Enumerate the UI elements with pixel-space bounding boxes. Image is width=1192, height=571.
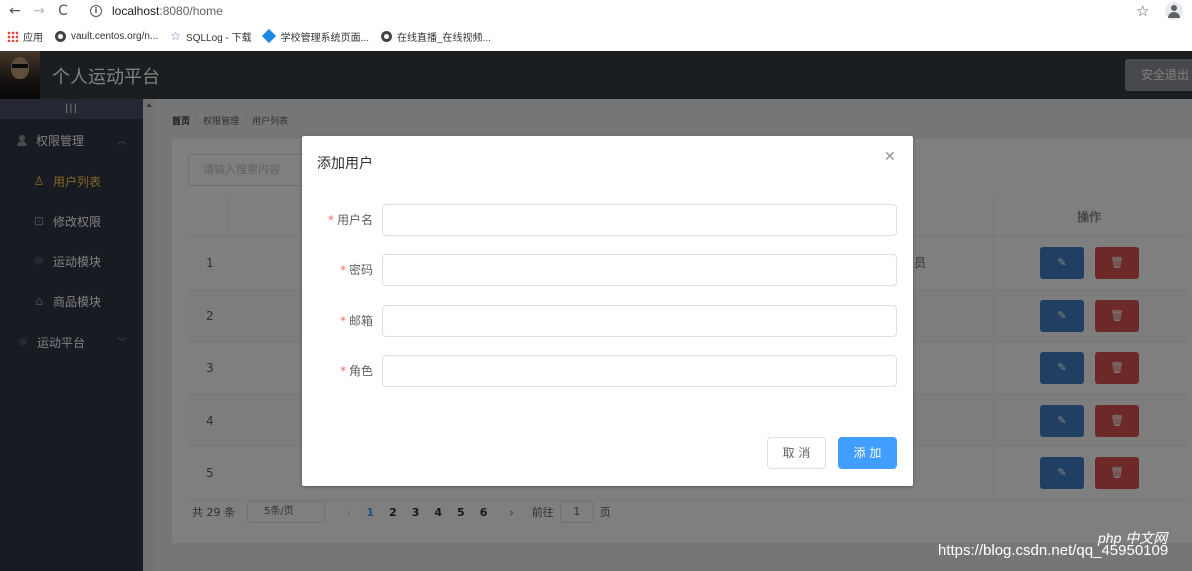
bookmarks-bar: 应用 vault.centos.org/n... ☆ SQLLog - 下载 学校… — [0, 24, 1192, 48]
add-button[interactable]: 添 加 — [838, 437, 897, 469]
sqllog-icon: ☆ — [170, 28, 182, 43]
dialog-title: 添加用户 — [317, 156, 373, 172]
required-mark: * — [339, 314, 346, 328]
add-user-dialog: 添加用户 ✕ * 用户名 * 密码 * 邮箱 * 角色 取 消 添 加 — [302, 136, 913, 486]
form-row-email: * 邮箱 — [302, 305, 913, 337]
password-label: * 密码 — [339, 263, 373, 277]
watermark-text: https://blog.csdn.net/qq_45950109 — [938, 542, 1169, 559]
site-info-icon[interactable]: i — [90, 5, 102, 17]
username-label: * 用户名 — [327, 213, 373, 227]
diamond-icon — [261, 28, 276, 44]
back-icon[interactable]: ← — [6, 2, 24, 20]
cancel-button[interactable]: 取 消 — [767, 437, 826, 469]
forward-icon[interactable]: → — [30, 2, 48, 20]
form-row-username: * 用户名 — [302, 204, 913, 236]
browser-address-bar: ← → C i localhost:8080/home ☆ — [0, 0, 1192, 22]
required-mark: * — [339, 263, 346, 277]
username-field[interactable] — [382, 204, 897, 236]
email-label: * 邮箱 — [339, 314, 373, 328]
required-mark: * — [339, 364, 346, 378]
email-field[interactable] — [382, 305, 897, 337]
globe-icon — [55, 30, 66, 42]
bookmark-star-icon[interactable]: ☆ — [1136, 2, 1149, 20]
close-icon[interactable]: ✕ — [884, 149, 896, 165]
bookmark-vault[interactable]: vault.centos.org/n... — [55, 30, 158, 42]
url-field[interactable]: i localhost:8080/home — [82, 1, 1157, 21]
role-label: * 角色 — [339, 364, 373, 378]
bookmark-sqllog[interactable]: ☆ SQLLog - 下载 — [170, 29, 251, 44]
required-mark: * — [327, 213, 334, 227]
form-row-role: * 角色 — [302, 355, 913, 387]
bookmark-school[interactable]: 学校管理系统页面... — [261, 28, 369, 44]
url-text: localhost:8080/home — [112, 4, 223, 18]
role-field[interactable] — [382, 355, 897, 387]
bookmark-apps[interactable]: 应用 — [7, 29, 43, 44]
form-row-password: * 密码 — [302, 254, 913, 286]
apps-icon — [7, 30, 18, 42]
bookmark-live[interactable]: 在线直播_在线视频... — [380, 29, 491, 44]
reload-icon[interactable]: C — [54, 2, 72, 20]
password-field[interactable] — [382, 254, 897, 286]
globe-icon — [380, 30, 392, 42]
profile-avatar-icon[interactable] — [1165, 2, 1183, 20]
